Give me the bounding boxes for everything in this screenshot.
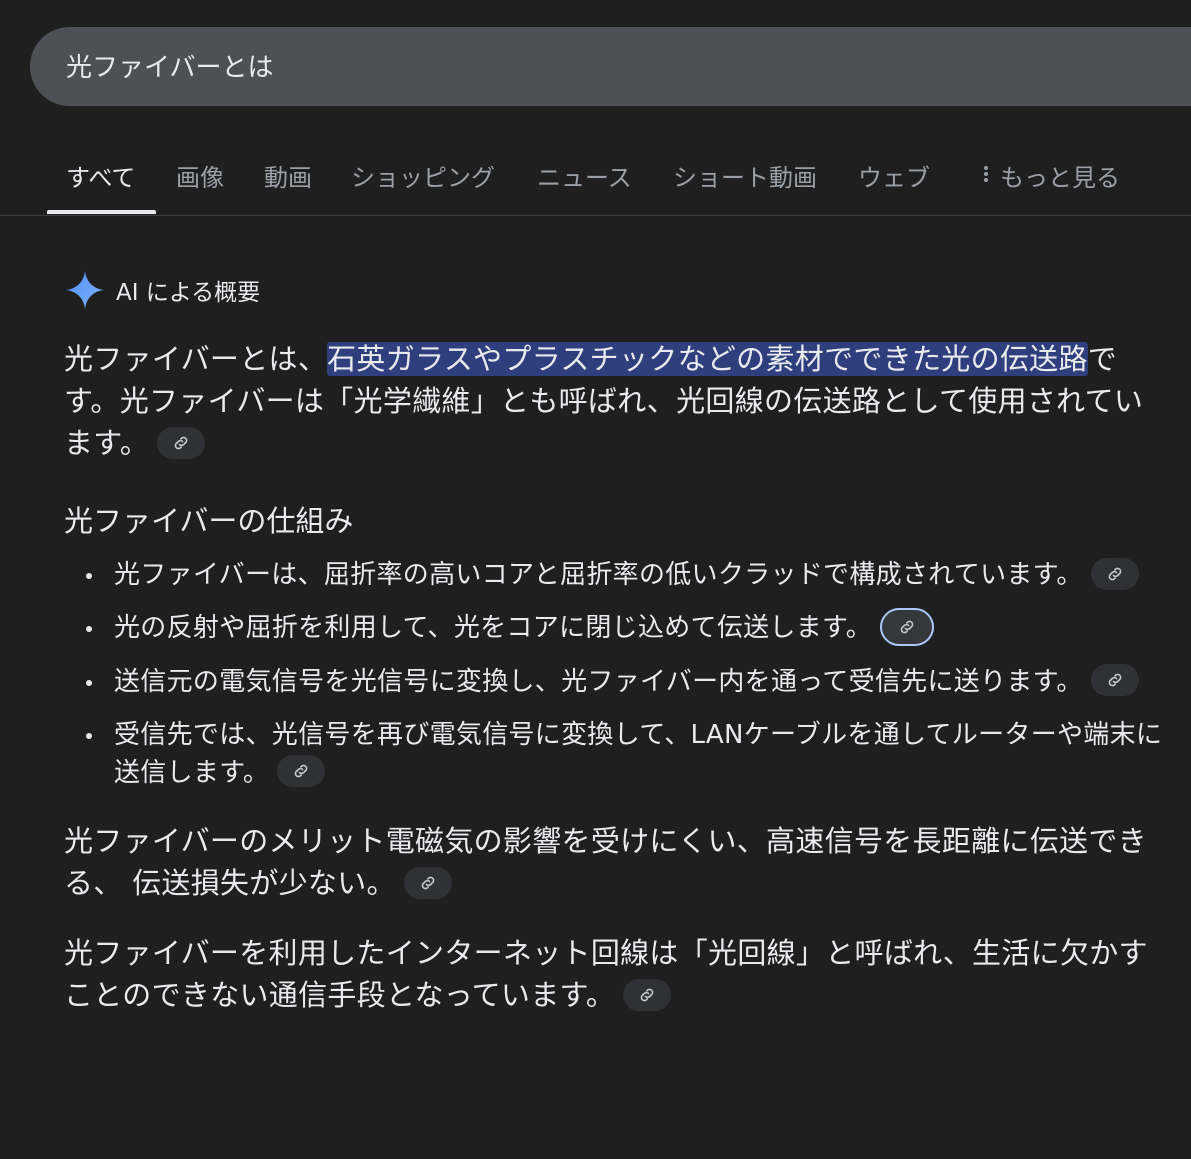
source-link-button[interactable]: [1090, 664, 1139, 696]
tab-videos[interactable]: 動画: [264, 158, 312, 193]
tab-more-label: もっと見る: [1000, 164, 1120, 192]
intro-text-start: 光ファイバーとは、: [64, 342, 328, 376]
tab-news[interactable]: ニュース: [537, 158, 632, 193]
mechanism-heading: 光ファイバーの仕組み: [64, 504, 354, 538]
intro-highlight[interactable]: 石英ガラスやプラスチックなどの素材でできた光の伝送路: [327, 342, 1088, 376]
search-tabs: すべて 画像 動画 ショッピング ニュース ショート動画 ウェブ もっと見る: [0, 140, 1191, 216]
internet-paragraph: 光ファイバーを利用したインターネット回線は「光回線」と呼ばれ、生活に欠かすことの…: [64, 932, 1164, 1016]
merits-paragraph: 光ファイバーのメリット電磁気の影響を受けにくい、高速信号を長距離に伝送できる、 …: [64, 820, 1164, 904]
list-item: 受信先では、光信号を再び電気信号に変換して、LANケーブルを通してルーターや端末…: [86, 716, 1164, 792]
tab-images[interactable]: 画像: [176, 158, 224, 193]
link-icon: [174, 436, 188, 450]
list-item-text: 光の反射や屈折を利用して、光をコアに閉じ込めて伝送します。: [114, 613, 873, 643]
mechanism-list: 光ファイバーは、屈折率の高いコアと屈折率の低いクラッドで構成されています。 光の…: [64, 556, 1164, 792]
internet-text: 光ファイバーを利用したインターネット回線は「光回線」と呼ばれ、生活に欠かすことの…: [64, 935, 1148, 1012]
link-icon: [1108, 673, 1122, 687]
search-bar[interactable]: 光ファイバーとは: [30, 27, 1191, 106]
active-tab-indicator: [47, 210, 156, 214]
tab-web[interactable]: ウェブ: [858, 158, 930, 193]
list-item-text: 光ファイバーは、屈折率の高いコアと屈折率の低いクラッドで構成されています。: [114, 560, 1083, 590]
source-link-button[interactable]: [277, 755, 326, 787]
list-item: 送信元の電気信号を光信号に変換し、光ファイバー内を通って受信先に送ります。: [86, 663, 1164, 701]
source-link-button[interactable]: [1090, 557, 1139, 590]
link-icon: [900, 620, 914, 633]
link-icon: [640, 988, 654, 1001]
source-link-button[interactable]: [403, 866, 452, 899]
ai-overview-label: AI による概要: [116, 280, 261, 306]
gemini-sparkle-icon: [65, 270, 105, 310]
more-vert-icon: [984, 164, 988, 184]
intro-paragraph: 光ファイバーとは、石英ガラスやプラスチックなどの素材でできた光の伝送路です。光フ…: [64, 338, 1164, 464]
list-item: 光ファイバーは、屈折率の高いコアと屈折率の低いクラッドで構成されています。: [86, 556, 1164, 594]
list-item: 光の反射や屈折を利用して、光をコアに閉じ込めて伝送します。: [86, 607, 1164, 648]
tab-all[interactable]: すべて: [66, 158, 135, 193]
ai-overview-header: AI による概要: [64, 268, 260, 312]
tab-short-videos[interactable]: ショート動画: [673, 158, 817, 193]
list-item-text: 送信元の電気信号を光信号に変換し、光ファイバー内を通って受信先に送ります。: [114, 666, 1083, 697]
merits-text: 光ファイバーのメリット電磁気の影響を受けにくい、高速信号を長距離に伝送できる、 …: [64, 823, 1147, 900]
link-icon: [421, 876, 435, 889]
source-link-button[interactable]: [880, 607, 935, 646]
search-query[interactable]: 光ファイバーとは: [66, 47, 273, 84]
list-item-text: 受信先では、光信号を再び電気信号に変換して、LANケーブルを通してルーターや端末…: [114, 719, 1163, 788]
tab-shopping[interactable]: ショッピング: [351, 158, 495, 193]
link-icon: [294, 764, 308, 778]
link-icon: [1108, 567, 1122, 580]
ai-overview-content: 光ファイバーとは、石英ガラスやプラスチックなどの素材でできた光の伝送路です。光フ…: [64, 338, 1164, 1016]
search-results-page: 光ファイバーとは すべて 画像 動画 ショッピング ニュース ショート動画 ウェ…: [0, 0, 1191, 1159]
tab-more[interactable]: もっと見る: [984, 158, 1120, 193]
source-link-button[interactable]: [623, 978, 672, 1011]
source-link-button[interactable]: [157, 427, 206, 459]
